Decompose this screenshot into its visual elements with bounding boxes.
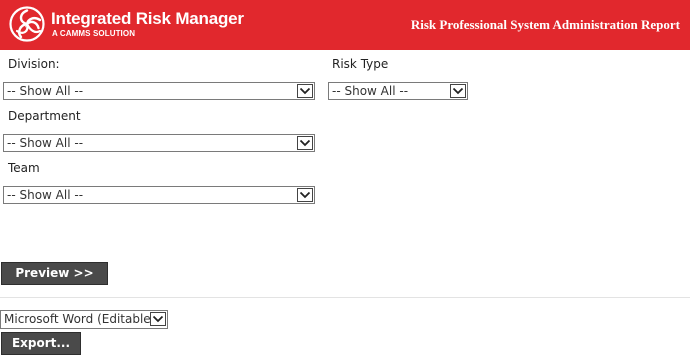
department-label: Department: [8, 109, 81, 123]
risk-type-select-value: -- Show All --: [332, 84, 409, 98]
export-button[interactable]: Export...: [1, 332, 81, 355]
export-format-value: Microsoft Word (Editable): [4, 312, 156, 326]
preview-button[interactable]: Preview >>: [1, 262, 108, 285]
chevron-down-icon[interactable]: [150, 312, 166, 326]
chevron-down-icon[interactable]: [450, 84, 466, 98]
chevron-down-icon[interactable]: [297, 84, 313, 98]
export-format-select[interactable]: Microsoft Word (Editable): [0, 310, 168, 329]
chevron-down-icon[interactable]: [297, 188, 313, 202]
header-bar: Integrated Risk Manager A CAMMS SOLUTION…: [0, 0, 690, 50]
camms-swirl-logo-icon: [9, 6, 45, 42]
brand-tagline: A CAMMS SOLUTION: [52, 29, 136, 38]
brand-name: Integrated Risk Manager: [51, 9, 244, 28]
department-select[interactable]: -- Show All --: [3, 134, 315, 152]
risk-type-select[interactable]: -- Show All --: [328, 82, 468, 100]
report-title: Risk Professional System Administration …: [410, 17, 680, 32]
risk-type-label: Risk Type: [332, 57, 389, 71]
section-divider: [0, 297, 690, 298]
department-select-value: -- Show All --: [7, 136, 84, 150]
report-page: Integrated Risk Manager A CAMMS SOLUTION…: [0, 0, 690, 361]
chevron-down-icon[interactable]: [297, 136, 313, 150]
team-select-value: -- Show All --: [7, 188, 84, 202]
division-label: Division:: [8, 57, 60, 71]
division-select[interactable]: -- Show All --: [3, 82, 315, 100]
team-select[interactable]: -- Show All --: [3, 186, 315, 204]
team-label: Team: [8, 161, 40, 175]
division-select-value: -- Show All --: [7, 84, 84, 98]
